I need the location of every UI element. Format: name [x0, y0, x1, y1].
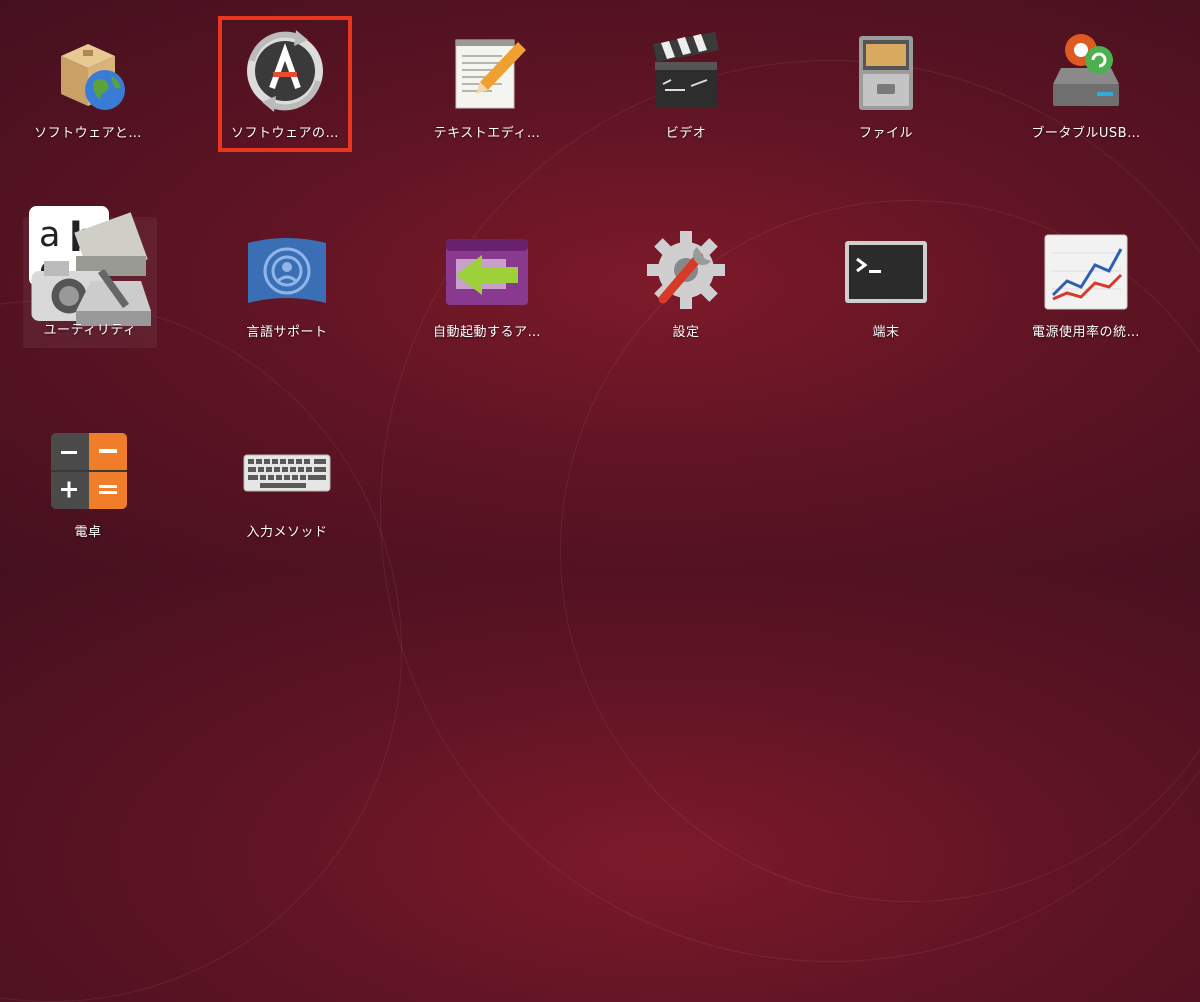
app-label: ブータブルUSB…	[1031, 126, 1141, 141]
app-software-updater[interactable]: ソフトウェアの…	[218, 16, 352, 152]
app-videos[interactable]: ビデオ	[619, 20, 753, 150]
terminal-icon	[841, 225, 931, 315]
app-startup-disk-creator[interactable]: ブータブルUSB…	[1019, 20, 1153, 150]
app-label: 電卓	[74, 525, 102, 540]
software-updater-icon	[240, 26, 330, 116]
power-chart-icon	[1041, 225, 1131, 315]
app-label: 自動起動するア…	[432, 325, 541, 340]
text-editor-icon	[442, 26, 532, 116]
package-globe-icon	[43, 26, 133, 116]
startup-arrow-icon	[442, 225, 532, 315]
app-label: 電源使用率の統…	[1031, 325, 1140, 340]
app-startup-applications[interactable]: 自動起動するア…	[420, 219, 554, 349]
app-label: ソフトウェアの…	[230, 126, 339, 141]
language-flag-icon	[242, 225, 332, 315]
app-files[interactable]: ファイル	[819, 20, 953, 150]
app-terminal[interactable]: 端末	[819, 219, 953, 349]
app-label: ファイル	[858, 126, 913, 141]
settings-gear-icon	[641, 225, 731, 315]
app-label: 設定	[672, 325, 700, 340]
app-power-statistics[interactable]: 電源使用率の統…	[1019, 219, 1153, 349]
app-language-support[interactable]: 言語サポート	[220, 219, 354, 349]
app-input-method[interactable]: 入力メソッド	[220, 419, 354, 549]
app-label: ソフトウェアと…	[34, 126, 142, 141]
file-cabinet-icon	[841, 26, 931, 116]
calculator-icon	[43, 425, 133, 515]
clapperboard-icon	[641, 26, 731, 116]
app-text-editor[interactable]: テキストエディ…	[420, 20, 554, 150]
usb-disk-icon	[1041, 26, 1131, 116]
app-settings[interactable]: 設定	[619, 219, 753, 349]
app-utilities-folder[interactable]: a b c ユーティリティ	[23, 205, 157, 348]
app-label: ビデオ	[665, 126, 707, 141]
utilities-folder-icon: a b c	[29, 205, 151, 326]
app-label: 言語サポート	[246, 325, 328, 340]
app-label: 端末	[872, 325, 900, 340]
app-label: 入力メソッド	[246, 525, 328, 540]
app-calculator[interactable]: 電卓	[21, 419, 155, 549]
keyboard-icon	[242, 425, 332, 515]
app-label: ユーティリティ	[43, 323, 137, 338]
app-label: テキストエディ…	[433, 126, 541, 141]
app-software-and-updates[interactable]: ソフトウェアと…	[21, 20, 155, 150]
